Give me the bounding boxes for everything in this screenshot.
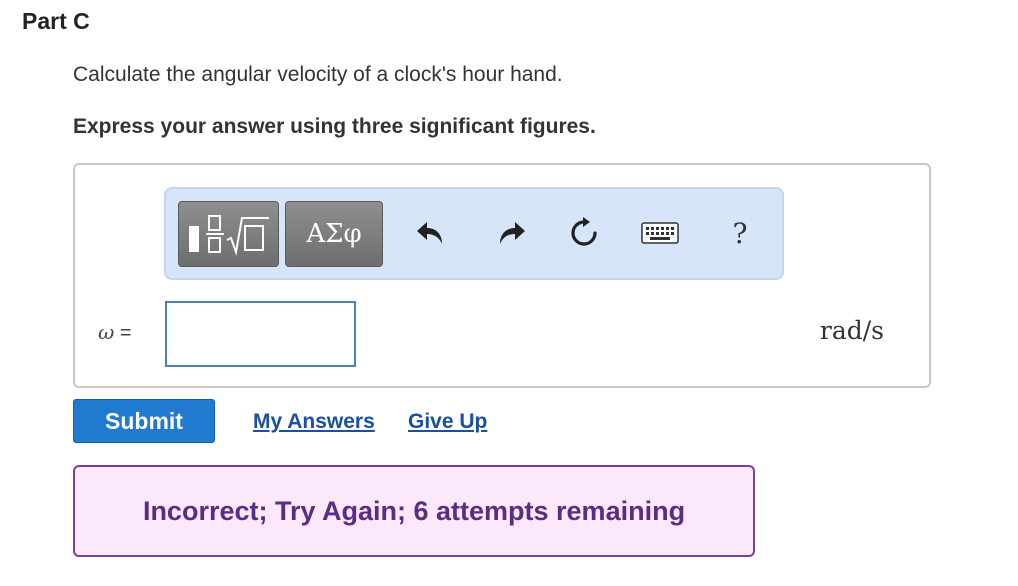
part-title: Part C xyxy=(22,8,90,34)
greek-symbols-label: ΑΣφ xyxy=(306,219,362,249)
instruction-text: Express your answer using three signific… xyxy=(73,115,596,138)
redo-icon xyxy=(500,222,525,244)
my-answers-link[interactable]: My Answers xyxy=(253,408,375,436)
reset-icon xyxy=(571,217,597,246)
keyboard-button[interactable] xyxy=(638,211,682,255)
answer-input[interactable] xyxy=(165,301,356,367)
redo-button[interactable] xyxy=(489,211,533,255)
units-label: rad/s xyxy=(819,316,884,345)
undo-icon xyxy=(417,222,442,244)
undo-button[interactable] xyxy=(409,211,453,255)
submit-button[interactable]: Submit xyxy=(73,399,215,443)
fraction-sqrt-template-icon xyxy=(189,215,269,256)
equals-sign: = xyxy=(119,322,132,344)
greek-symbols-button[interactable]: ΑΣφ xyxy=(285,201,383,267)
help-icon: ? xyxy=(732,216,748,250)
give-up-link[interactable]: Give Up xyxy=(408,408,487,436)
templates-button[interactable] xyxy=(178,201,279,267)
reset-button[interactable] xyxy=(562,211,606,255)
omega-symbol: ω xyxy=(98,320,115,344)
math-toolbar: ΑΣφ ? xyxy=(164,187,784,280)
feedback-box: Incorrect; Try Again; 6 attempts remaini… xyxy=(73,465,755,557)
question-text: Calculate the angular velocity of a cloc… xyxy=(73,63,563,86)
answer-panel: ΑΣφ ? ω = rad/s xyxy=(73,163,931,388)
answer-variable-label: ω = xyxy=(98,319,132,346)
keyboard-icon xyxy=(641,222,679,244)
feedback-message: Incorrect; Try Again; 6 attempts remaini… xyxy=(142,495,686,526)
help-button[interactable]: ? xyxy=(718,211,762,255)
